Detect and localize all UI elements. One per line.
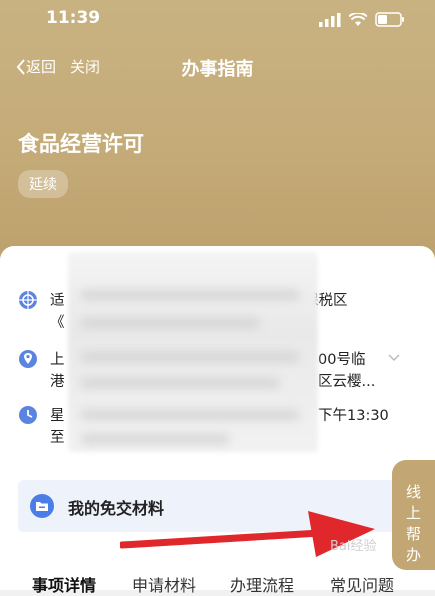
page-title: 办事指南 — [181, 59, 254, 80]
online-help-char-2: 上 — [405, 504, 421, 522]
service-title: 食品经营许可 — [18, 132, 144, 156]
service-tag: 延续 — [18, 170, 68, 198]
tab-bar: 事项详情 申请材料 办理流程 常见问题 — [0, 572, 435, 596]
clock-icon — [19, 406, 37, 424]
online-help-char-1: 线 — [405, 483, 421, 501]
scope-line2-start: 《 — [50, 315, 65, 331]
chevron-down-icon[interactable] — [388, 353, 400, 363]
status-bar: 11:39 — [0, 0, 435, 40]
tab-item-details[interactable]: 事项详情 — [32, 572, 96, 596]
address-line1-end: 00号临 — [318, 352, 366, 368]
online-help-tab[interactable]: 线 上 帮 办 — [392, 460, 435, 570]
address-line2-end: 区云樱... — [318, 374, 376, 390]
scope-icon — [19, 291, 37, 309]
hours-line2-start: 至 — [50, 430, 65, 446]
hours-line1-end: 下午13:30 — [318, 408, 389, 424]
tab-faq[interactable]: 常见问题 — [330, 572, 394, 596]
battery-icon — [375, 12, 404, 27]
nav-bar: 返回 关闭 办事指南 — [0, 50, 435, 86]
address-line1-start: 上 — [50, 352, 65, 368]
online-help-char-4: 办 — [405, 546, 421, 564]
scope-line1-start: 适 — [50, 293, 65, 309]
signal-icon — [319, 12, 341, 27]
online-help-char-3: 帮 — [405, 525, 421, 543]
folder-icon — [30, 494, 54, 518]
tab-application-materials[interactable]: 申请材料 — [132, 572, 196, 596]
address-line2-start: 港 — [50, 374, 65, 390]
wifi-icon — [349, 12, 367, 26]
watermark: Bai经验 — [330, 539, 377, 554]
hours-line1-start: 星 — [50, 408, 65, 424]
status-icons — [319, 12, 405, 27]
status-time: 11:39 — [46, 8, 101, 28]
location-icon — [19, 350, 37, 368]
tab-process[interactable]: 办理流程 — [230, 572, 294, 596]
